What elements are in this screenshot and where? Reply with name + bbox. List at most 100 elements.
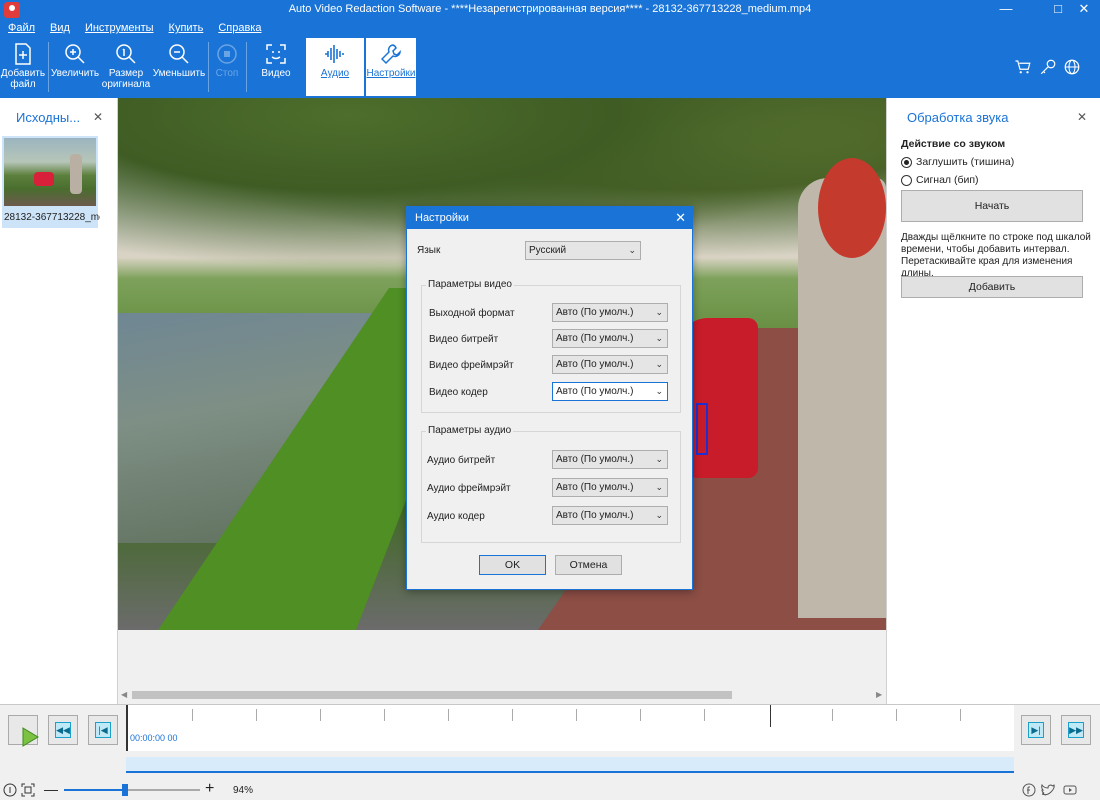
- previous-frame-button[interactable]: |◀: [88, 715, 118, 745]
- facebook-icon[interactable]: [1022, 783, 1036, 797]
- start-button[interactable]: Начать: [901, 190, 1083, 222]
- menu-file[interactable]: Файл: [8, 22, 35, 36]
- title-bar: Auto Video Redaction Software - ****Неза…: [0, 0, 1100, 20]
- key-icon[interactable]: [1039, 58, 1057, 76]
- radio-label: Заглушить (тишина): [916, 156, 1015, 168]
- youtube-icon[interactable]: [1063, 783, 1077, 797]
- play-button[interactable]: [8, 715, 39, 747]
- twitter-icon[interactable]: [1041, 783, 1055, 797]
- ruler-tick: [640, 709, 641, 721]
- thumbnail-person: [70, 154, 82, 194]
- add-interval-button[interactable]: Добавить: [901, 276, 1083, 298]
- panel-title: Исходны...: [16, 110, 81, 125]
- zoom-slider-knob[interactable]: [122, 784, 129, 796]
- thumbnail-image: [4, 138, 96, 206]
- close-icon[interactable]: ✕: [1077, 110, 1087, 124]
- language-label: Язык: [417, 245, 441, 256]
- cart-icon[interactable]: [1014, 58, 1032, 76]
- audio-track-row[interactable]: [126, 757, 1014, 773]
- ruler-tick: [896, 709, 897, 721]
- zoom-value: 94%: [233, 785, 254, 796]
- original-size-button[interactable]: Размер оригинала: [100, 38, 152, 96]
- audio-button[interactable]: Аудио: [306, 38, 364, 96]
- ruler-tick: [512, 709, 513, 721]
- zoom-out-button[interactable]: Уменьшить: [152, 38, 206, 96]
- video-codec-select[interactable]: Авто (По умолч.) ⌄: [552, 382, 668, 401]
- horizontal-scrollbar[interactable]: ◀ ▶: [118, 688, 886, 702]
- next-frame-button[interactable]: ▶|: [1021, 715, 1051, 745]
- group-title: Параметры видео: [426, 279, 514, 290]
- timeline: ◀◀ |◀ 00:00:00 00 ▶| ▶▶: [0, 704, 1100, 780]
- wrench-icon: [379, 42, 403, 66]
- top-bar: Auto Video Redaction Software - ****Неза…: [0, 0, 1100, 98]
- select-value: Авто (По умолч.): [556, 307, 634, 318]
- audio-processing-panel: Обработка звука ✕ Действие со звуком Заг…: [886, 98, 1100, 704]
- settings-button[interactable]: Настройки: [366, 38, 416, 96]
- fit-to-window-icon[interactable]: [21, 783, 35, 797]
- select-value: Авто (По умолч.): [556, 386, 634, 397]
- menu-bar: Файл Вид Инструменты Купить Справка: [8, 22, 261, 36]
- ruler-tick: [960, 709, 961, 721]
- add-file-button[interactable]: Добавить файл: [0, 38, 46, 96]
- chevron-down-icon: ⌄: [655, 454, 663, 464]
- window-title: Auto Video Redaction Software - ****Неза…: [288, 3, 812, 15]
- go-to-end-button[interactable]: ▶▶: [1061, 715, 1091, 745]
- video-codec-label: Видео кодер: [429, 387, 488, 398]
- face-detect-icon: [264, 42, 288, 66]
- radio-checked[interactable]: [901, 156, 912, 168]
- select-value: Авто (По умолч.): [556, 333, 634, 344]
- radio-label: Сигнал (бип): [916, 174, 979, 186]
- time-ruler[interactable]: 00:00:00 00: [126, 705, 1014, 751]
- playhead-marker[interactable]: [770, 705, 771, 727]
- current-time: 00:00:00 00: [130, 733, 178, 743]
- ruler-tick: [832, 709, 833, 721]
- close-icon[interactable]: ✕: [93, 110, 103, 124]
- menu-buy[interactable]: Купить: [169, 22, 204, 36]
- menu-tools[interactable]: Инструменты: [85, 22, 154, 36]
- thumbnail-car: [34, 172, 54, 186]
- audio-bitrate-select[interactable]: Авто (По умолч.) ⌄: [552, 450, 668, 469]
- audio-framerate-select[interactable]: Авто (По умолч.) ⌄: [552, 478, 668, 497]
- file-thumbnail-item[interactable]: 28132-367713228_me...: [2, 136, 100, 228]
- minimize-button[interactable]: —: [988, 0, 1024, 20]
- audio-codec-select[interactable]: Авто (По умолч.) ⌄: [552, 506, 668, 525]
- stop-button[interactable]: Стоп: [210, 38, 244, 96]
- sound-action-label: Действие со звуком: [901, 138, 1006, 150]
- video-bitrate-select[interactable]: Авто (По умолч.) ⌄: [552, 329, 668, 348]
- globe-icon[interactable]: [1063, 58, 1081, 76]
- play-icon: [15, 722, 39, 747]
- video-bitrate-label: Видео битрейт: [429, 334, 499, 345]
- dialog-title: Настройки: [415, 212, 469, 224]
- close-icon[interactable]: ✕: [675, 210, 686, 226]
- cancel-button[interactable]: Отмена: [555, 555, 622, 575]
- select-value: Авто (По умолч.): [556, 482, 634, 493]
- zoom-out-icon: [167, 42, 191, 66]
- redaction-box[interactable]: [696, 403, 708, 455]
- zoom-in-button[interactable]: Увеличить: [50, 38, 100, 96]
- toolbar: Добавить файл Увеличить Размер оригинала…: [0, 38, 1100, 96]
- zoom-slider-fill: [64, 789, 126, 791]
- select-value: Русский: [529, 245, 567, 256]
- language-select[interactable]: Русский ⌄: [525, 241, 641, 260]
- menu-help[interactable]: Справка: [218, 22, 261, 36]
- scrollbar-thumb[interactable]: [132, 691, 732, 699]
- video-framerate-select[interactable]: Авто (По умолч.) ⌄: [552, 355, 668, 374]
- original-size-icon: [114, 42, 138, 66]
- file-name: 28132-367713228_me...: [4, 212, 100, 223]
- zoom-plus-icon[interactable]: +: [205, 781, 219, 797]
- beep-radio-option[interactable]: Сигнал (бип): [901, 174, 979, 186]
- video-button[interactable]: Видео: [254, 38, 298, 96]
- zoom-minus-icon[interactable]: —: [44, 782, 58, 797]
- scroll-left-arrow-icon[interactable]: ◀: [121, 688, 127, 702]
- select-value: Авто (По умолч.): [556, 510, 634, 521]
- scroll-right-arrow-icon[interactable]: ▶: [876, 688, 882, 702]
- go-to-start-button[interactable]: ◀◀: [48, 715, 78, 745]
- menu-view[interactable]: Вид: [50, 22, 70, 36]
- radio-unchecked[interactable]: [901, 174, 912, 186]
- mute-radio-option[interactable]: Заглушить (тишина): [901, 156, 1014, 168]
- close-window-button[interactable]: ✕: [1066, 0, 1100, 20]
- output-format-select[interactable]: Авто (По умолч.) ⌄: [552, 303, 668, 322]
- ruler-tick: [704, 709, 705, 721]
- ok-button[interactable]: OK: [479, 555, 546, 575]
- actual-size-icon[interactable]: [3, 783, 17, 797]
